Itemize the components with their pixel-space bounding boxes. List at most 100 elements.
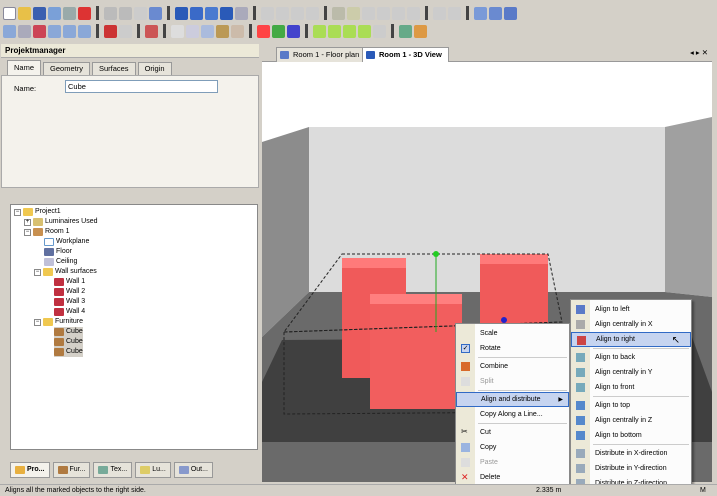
collapse-icon[interactable]: − [24, 228, 31, 236]
tree-item-room[interactable]: − Room 1 [24, 227, 70, 237]
tree-item-project[interactable]: − Project1 [14, 207, 61, 217]
menu-item-distribute-x[interactable]: Distribute in X-direction [571, 446, 691, 461]
menu-item-distribute-y[interactable]: Distribute in Y-direction [571, 461, 691, 476]
luminaire-icon[interactable] [377, 6, 390, 20]
tab-project[interactable]: Pro... [10, 462, 50, 478]
tool-icon[interactable] [276, 6, 289, 20]
color-icon[interactable] [287, 24, 300, 38]
tab-surfaces[interactable]: Surfaces [91, 62, 136, 75]
pdf-icon[interactable] [78, 6, 91, 20]
tab-name[interactable]: Name [7, 60, 42, 75]
collapse-icon[interactable]: − [34, 318, 41, 326]
menu-item-align-back[interactable]: Align to back [571, 350, 691, 365]
collapse-icon[interactable]: − [14, 208, 21, 216]
room-icon[interactable] [63, 24, 76, 38]
shape-icon[interactable] [328, 24, 341, 38]
luminaire-icon[interactable] [347, 6, 360, 20]
tree-item-wall-surfaces[interactable]: − Wall surfaces [34, 267, 97, 277]
menu-item-align-top[interactable]: Align to top [571, 398, 691, 413]
grid-icon[interactable] [235, 6, 248, 20]
tab-furniture[interactable]: Fur... [52, 462, 91, 478]
tree-item-cube[interactable]: Cube [54, 327, 83, 337]
layers-icon[interactable] [145, 24, 158, 38]
menu-item-align-distribute[interactable]: Align and distribute ▶ [456, 392, 569, 407]
shape-icon[interactable] [358, 24, 371, 38]
luminaire-icon[interactable] [362, 6, 375, 20]
luminaire-icon[interactable] [392, 6, 405, 20]
side-view-icon[interactable] [205, 6, 218, 20]
tree-item-workplane[interactable]: Workplane [44, 237, 89, 247]
pointer-icon[interactable] [171, 24, 184, 38]
tree-item-cube[interactable]: Cube [54, 347, 83, 357]
luminaire-icon[interactable] [332, 6, 345, 20]
tab-3d-view[interactable]: Room 1 - 3D View [362, 47, 449, 62]
save-icon[interactable] [33, 6, 46, 20]
menu-item-align-front[interactable]: Align to front [571, 380, 691, 395]
front-view-icon[interactable] [220, 6, 233, 20]
calc-icon[interactable] [448, 6, 461, 20]
shape-icon[interactable] [313, 24, 326, 38]
color-icon[interactable] [272, 24, 285, 38]
zoom-icon[interactable] [186, 24, 199, 38]
menu-item-combine[interactable]: Combine [456, 359, 569, 374]
tab-floor-plan[interactable]: Room 1 - Floor plan [276, 47, 367, 62]
menu-item-align-center-x[interactable]: Align centrally in X [571, 317, 691, 332]
layout-icon[interactable] [474, 6, 487, 20]
walk-icon[interactable] [231, 24, 244, 38]
menu-item-rotate[interactable]: ✓ Rotate [456, 341, 569, 356]
print-icon[interactable] [63, 6, 76, 20]
tool-icon[interactable] [306, 6, 319, 20]
tree-item-wall-4[interactable]: Wall 4 [54, 307, 85, 317]
view-3d-icon[interactable] [175, 6, 188, 20]
tab-output[interactable]: Out... [173, 462, 213, 478]
layout-icon[interactable] [489, 6, 502, 20]
shape-icon[interactable] [373, 24, 386, 38]
copy-icon[interactable] [119, 6, 132, 20]
tree-item-wall-2[interactable]: Wall 2 [54, 287, 85, 297]
floor-plan-icon[interactable] [190, 6, 203, 20]
magnet-icon[interactable] [104, 24, 117, 38]
name-field[interactable]: Cube [65, 80, 218, 93]
menu-item-align-center-y[interactable]: Align centrally in Y [571, 365, 691, 380]
people-icon[interactable] [399, 24, 412, 38]
undo-icon[interactable] [149, 6, 162, 20]
tab-textures[interactable]: Tex... [93, 462, 133, 478]
menu-item-align-bottom[interactable]: Align to bottom [571, 428, 691, 443]
room-icon[interactable] [33, 24, 46, 38]
tab-luminaires[interactable]: Lu... [135, 462, 171, 478]
menu-item-align-center-z[interactable]: Align centrally in Z [571, 413, 691, 428]
tree-item-wall-3[interactable]: Wall 3 [54, 297, 85, 307]
pan-icon[interactable] [201, 24, 214, 38]
snap-icon[interactable] [119, 24, 132, 38]
select-all-icon[interactable] [3, 24, 16, 38]
view-nav-controls[interactable]: ◂ ▸ ✕ [690, 48, 708, 57]
tree-item-wall-1[interactable]: Wall 1 [54, 277, 85, 287]
new-icon[interactable] [3, 6, 16, 20]
menu-item-copy[interactable]: Copy [456, 440, 569, 455]
tab-origin[interactable]: Origin [137, 62, 172, 75]
layout-icon[interactable] [504, 6, 517, 20]
room-icon[interactable] [48, 24, 61, 38]
calc-icon[interactable] [433, 6, 446, 20]
tool-icon[interactable] [291, 6, 304, 20]
tree-item-ceiling[interactable]: Ceiling [44, 257, 77, 267]
tab-geometry[interactable]: Geometry [43, 62, 90, 75]
wizard-icon[interactable] [18, 24, 31, 38]
tree-item-cube[interactable]: Cube [54, 337, 83, 347]
print-preview-icon[interactable] [48, 6, 61, 20]
expand-icon[interactable]: + [24, 218, 31, 226]
menu-item-scale[interactable]: Scale [456, 326, 569, 341]
room-icon[interactable] [78, 24, 91, 38]
collapse-icon[interactable]: − [34, 268, 41, 276]
people-icon[interactable] [414, 24, 427, 38]
tree-item-furniture[interactable]: − Furniture [34, 317, 83, 327]
shape-icon[interactable] [343, 24, 356, 38]
tree-item-luminaires[interactable]: + Luminaires Used [24, 217, 98, 227]
menu-item-align-left[interactable]: Align to left [571, 302, 691, 317]
menu-item-delete[interactable]: ✕ Delete [456, 470, 569, 485]
menu-item-align-right[interactable]: Align to right ↖ [571, 332, 691, 347]
paste-icon[interactable] [134, 6, 147, 20]
open-icon[interactable] [18, 6, 31, 20]
menu-item-cut[interactable]: ✂ Cut [456, 425, 569, 440]
menu-item-copy-along-line[interactable]: Copy Along a Line... [456, 407, 569, 422]
